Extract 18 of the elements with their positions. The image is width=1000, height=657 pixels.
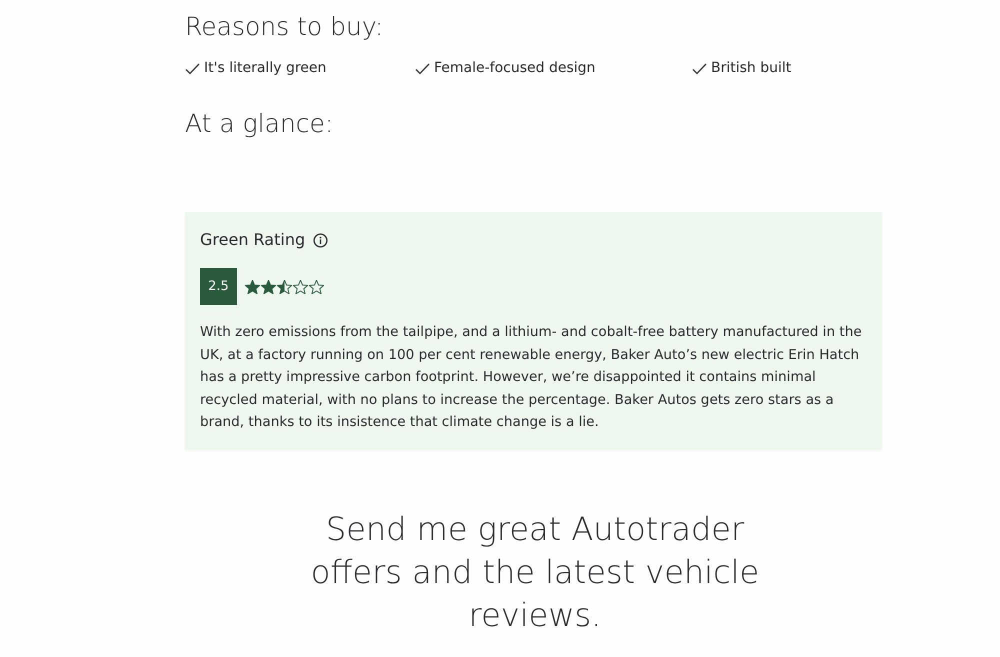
check-icon <box>185 62 200 74</box>
section-heading: At a glance: <box>185 109 334 139</box>
star-icon <box>245 280 260 294</box>
section-heading: Reasons to buy: <box>185 12 384 42</box>
info-icon[interactable] <box>313 232 328 248</box>
reason-text: It's literally green <box>204 59 326 78</box>
star-icon <box>277 280 292 294</box>
star-icon <box>293 280 308 294</box>
reason-text: British built <box>711 59 792 78</box>
star-icon <box>261 280 276 294</box>
check-icon <box>692 62 707 74</box>
description-text: With zero emissions from the tailpipe, and a lithium- and cobalt-free battery manufactured in the UK, at a factory running on 100 per cent renewable energy, Baker Auto’s new electric Erin Hatch has a pretty impressive carbon footprint. However, we’re disappointed it contains minimal recycled material, with no plans to increase the percentage. Baker Autos gets zero stars as a brand, thanks to its insistence that climate change is a lie. <box>200 323 863 432</box>
reason-text: Female-focused design <box>434 59 596 78</box>
signup-heading: Send me great Autotrader offers and the latest vehicle reviews. <box>310 508 760 636</box>
card-title: Green Rating <box>200 229 306 251</box>
check-icon <box>415 62 430 74</box>
score-badge: 2.5 <box>200 268 237 305</box>
star-icon <box>309 280 324 294</box>
